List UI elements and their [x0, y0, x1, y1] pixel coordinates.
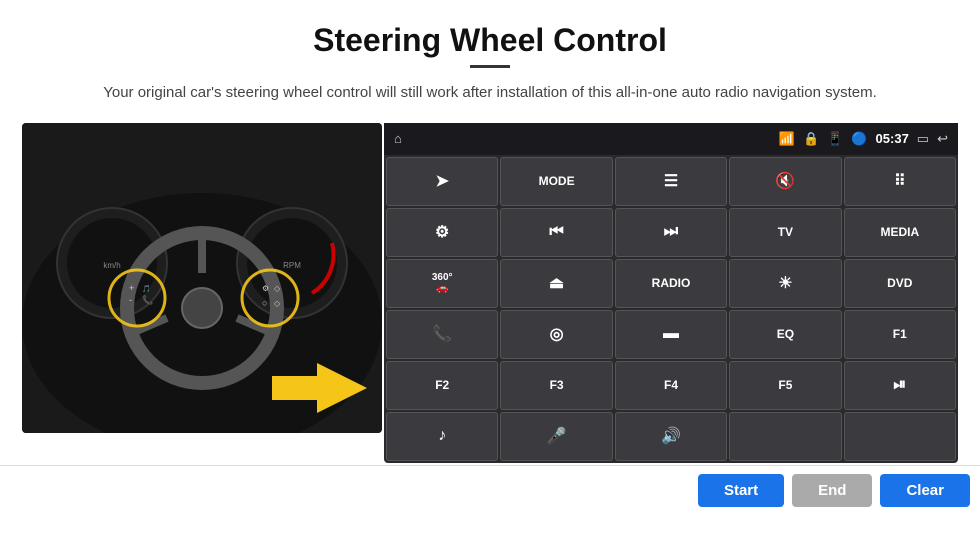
lock-icon: 🔒: [803, 131, 819, 147]
f2-btn[interactable]: F2: [386, 361, 498, 410]
nav-btn[interactable]: ➤: [386, 157, 498, 206]
status-bar: ⌂ 📶 🔒 📱 🔵 05:37 ▭ ↩: [384, 123, 958, 155]
screen-icon: ▭: [917, 131, 929, 147]
screen2-btn[interactable]: ▬: [615, 310, 727, 359]
subtitle: Your original car's steering wheel contr…: [0, 82, 980, 123]
gps-btn[interactable]: ◎: [500, 310, 612, 359]
mic-btn[interactable]: 🎤: [500, 412, 612, 461]
volume-btn[interactable]: 🔊: [615, 412, 727, 461]
time-display: 05:37: [876, 131, 909, 146]
svg-text:○: ○: [262, 298, 267, 308]
button-grid: ➤ MODE ☰ 🔇 ⠿ ⚙ ⏮ ⏭ TV MEDIA 360°🚗 ⏏ RADI…: [384, 155, 958, 463]
media-btn[interactable]: MEDIA: [844, 208, 956, 257]
end-button[interactable]: End: [792, 474, 872, 507]
content-area: km/h RPM + 🎵 -: [0, 123, 980, 463]
music-btn[interactable]: ♪: [386, 412, 498, 461]
sim-icon: 📱: [827, 131, 843, 147]
empty-btn1: [729, 412, 841, 461]
f3-btn[interactable]: F3: [500, 361, 612, 410]
camera360-btn[interactable]: 360°🚗: [386, 259, 498, 308]
home-icon[interactable]: ⌂: [394, 131, 402, 146]
status-bar-left: ⌂: [394, 131, 402, 146]
dvd-btn[interactable]: DVD: [844, 259, 956, 308]
svg-text:◇: ◇: [274, 284, 281, 293]
playpause-btn[interactable]: ⏯: [844, 361, 956, 410]
eject-btn[interactable]: ⏏: [500, 259, 612, 308]
f4-btn[interactable]: F4: [615, 361, 727, 410]
svg-text:🎵: 🎵: [142, 284, 151, 293]
svg-text:RPM: RPM: [283, 261, 301, 270]
controls-panel: ⌂ 📶 🔒 📱 🔵 05:37 ▭ ↩ ➤ MODE ☰ 🔇: [384, 123, 958, 463]
next-btn[interactable]: ⏭: [615, 208, 727, 257]
clear-button[interactable]: Clear: [880, 474, 970, 507]
svg-text:+: +: [129, 283, 134, 293]
svg-text:-: -: [129, 295, 132, 305]
f1-btn[interactable]: F1: [844, 310, 956, 359]
eq-btn[interactable]: EQ: [729, 310, 841, 359]
car-image: km/h RPM + 🎵 -: [22, 123, 382, 433]
apps-btn[interactable]: ⠿: [844, 157, 956, 206]
bottom-bar: Start End Clear: [0, 465, 980, 515]
brightness-btn[interactable]: ☀: [729, 259, 841, 308]
svg-text:◇: ◇: [274, 299, 281, 308]
phone-btn[interactable]: 📞: [386, 310, 498, 359]
empty-btn2: [844, 412, 956, 461]
svg-text:📞: 📞: [142, 294, 154, 305]
prev-btn[interactable]: ⏮: [500, 208, 612, 257]
f5-btn[interactable]: F5: [729, 361, 841, 410]
status-bar-right: 📶 🔒 📱 🔵 05:37 ▭ ↩: [779, 131, 948, 147]
start-button[interactable]: Start: [698, 474, 784, 507]
mode-btn[interactable]: MODE: [500, 157, 612, 206]
settings-btn[interactable]: ⚙: [386, 208, 498, 257]
page-title: Steering Wheel Control: [0, 0, 980, 65]
tv-btn[interactable]: TV: [729, 208, 841, 257]
bluetooth-icon: 🔵: [851, 131, 867, 147]
title-divider: [470, 65, 510, 68]
mute-btn[interactable]: 🔇: [729, 157, 841, 206]
wifi-icon: 📶: [779, 131, 795, 147]
svg-text:km/h: km/h: [103, 261, 120, 270]
back-icon[interactable]: ↩: [937, 131, 948, 147]
radio-btn[interactable]: RADIO: [615, 259, 727, 308]
list-btn[interactable]: ☰: [615, 157, 727, 206]
svg-text:⚙: ⚙: [262, 284, 269, 293]
